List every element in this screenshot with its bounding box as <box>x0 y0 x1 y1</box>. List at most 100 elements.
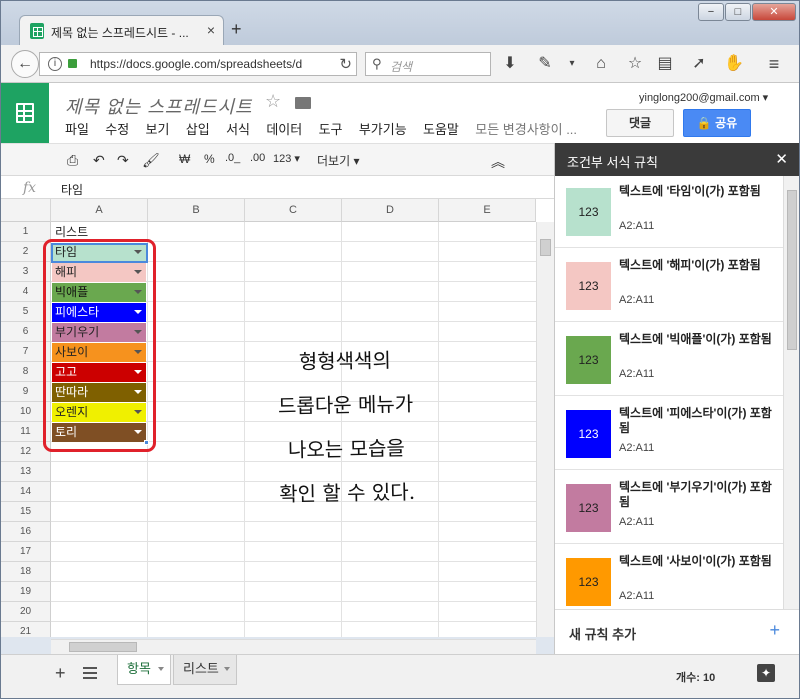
menu-help[interactable]: 도움말 <box>423 119 459 138</box>
search-placeholder: 검색 <box>390 60 413 74</box>
row-header[interactable]: 19 <box>1 582 51 602</box>
sheets-logo-icon[interactable] <box>1 83 49 143</box>
format-rule[interactable]: 123 텍스트에 '빅애플'이(가) 포함됨 A2:A11 <box>555 324 783 396</box>
save-status[interactable]: 모든 변경사항이 ... <box>475 119 577 138</box>
minimize-button[interactable]: − <box>698 3 724 21</box>
decrease-decimal-button[interactable]: .0_ <box>225 152 240 164</box>
column-header-b[interactable]: B <box>148 199 245 222</box>
hamburger-menu-icon[interactable]: ≡ <box>763 53 785 75</box>
reading-list-icon[interactable]: ▤ <box>654 53 676 75</box>
back-arrow-icon[interactable]: ← <box>11 50 39 78</box>
browser-tab[interactable]: 제목 없는 스프레드시트 - ... × <box>19 15 224 45</box>
increase-decimal-button[interactable]: .00 <box>250 152 265 164</box>
pointer-icon[interactable]: ➚ <box>688 53 710 75</box>
chevron-down-icon[interactable] <box>224 667 230 671</box>
rule-swatch: 123 <box>566 336 611 384</box>
reload-icon[interactable]: ↻ <box>339 55 352 73</box>
row-header[interactable]: 20 <box>1 602 51 622</box>
home-icon[interactable]: ⌂ <box>590 53 612 75</box>
bookmark-star-icon[interactable]: ☆ <box>624 53 646 75</box>
browser-window: 제목 없는 스프레드시트 - ... × + − □ ✕ ← i https:/… <box>0 0 800 699</box>
menu-edit[interactable]: 수정 <box>105 119 129 138</box>
info-icon[interactable]: i <box>48 57 62 71</box>
chevron-down-icon[interactable]: ▾ <box>561 53 583 75</box>
star-icon[interactable]: ☆ <box>265 91 281 112</box>
address-bar[interactable]: i https://docs.google.com/spreadsheets/d… <box>39 52 357 76</box>
corner-cell[interactable] <box>1 199 51 222</box>
redo-icon[interactable]: ↷ <box>117 152 129 169</box>
extension-icon[interactable]: ✎ <box>534 53 556 75</box>
row-header[interactable]: 14 <box>1 482 51 502</box>
maximize-button[interactable]: □ <box>725 3 751 21</box>
scroll-thumb[interactable] <box>69 642 137 652</box>
count-status[interactable]: 개수: 10 <box>676 669 715 685</box>
format-rule[interactable]: 123 텍스트에 '타임'이(가) 포함됨 A2:A11 <box>555 176 783 248</box>
all-sheets-icon[interactable] <box>83 667 97 679</box>
horizontal-scrollbar[interactable] <box>51 639 536 654</box>
add-rule-button[interactable]: 새 규칙 추가 + <box>555 609 799 654</box>
undo-icon[interactable]: ↶ <box>93 152 105 169</box>
more-tools-button[interactable]: 더보기 ▾ <box>317 152 359 169</box>
more-formats-button[interactable]: 123 ▾ <box>273 152 300 165</box>
rules-list: 123 텍스트에 '타임'이(가) 포함됨 A2:A11 123 텍스트에 '해피'이(… <box>555 176 799 609</box>
share-button[interactable]: 🔒 공유 <box>683 109 751 137</box>
percent-format-button[interactable]: % <box>204 152 215 166</box>
new-tab-icon[interactable]: + <box>231 19 242 40</box>
format-rule[interactable]: 123 텍스트에 '부기우기'이(가) 포함됨 A2:A11 <box>555 472 783 544</box>
formula-input[interactable]: 타임 <box>61 181 83 198</box>
close-tab-icon[interactable]: × <box>207 22 215 38</box>
close-icon[interactable]: ✕ <box>775 150 788 168</box>
menu-tools[interactable]: 도구 <box>319 119 343 138</box>
sheet-tabs-bar: + 항목 리스트 개수: 10 ✦ <box>1 654 799 698</box>
hand-icon[interactable]: ✋ <box>723 53 745 75</box>
collapse-chevron-icon[interactable]: ︽ <box>491 152 505 172</box>
menu-format[interactable]: 서식 <box>226 119 250 138</box>
menu-data[interactable]: 데이터 <box>266 119 302 138</box>
annotation-line: 확인 할 수 있다. <box>279 479 416 507</box>
sheet-tab-list[interactable]: 리스트 <box>173 655 237 685</box>
paint-format-icon[interactable]: 🖌 <box>142 152 160 169</box>
explore-icon[interactable]: ✦ <box>757 664 775 682</box>
scroll-thumb[interactable] <box>787 190 797 350</box>
account-email[interactable]: yinglong200@gmail.com ▾ <box>639 91 768 104</box>
plus-icon: + <box>769 620 780 640</box>
rule-swatch: 123 <box>566 262 611 310</box>
fill-handle[interactable] <box>144 440 149 445</box>
menu-addons[interactable]: 부가기능 <box>359 119 407 138</box>
row-header[interactable]: 18 <box>1 562 51 582</box>
add-sheet-icon[interactable]: + <box>55 663 66 684</box>
column-header-e[interactable]: E <box>439 199 536 222</box>
menu-file[interactable]: 파일 <box>65 119 89 138</box>
column-header-c[interactable]: C <box>245 199 342 222</box>
search-input[interactable]: ⚲ 검색 <box>365 52 491 76</box>
currency-format-button[interactable]: ₩ <box>179 152 190 166</box>
chevron-down-icon[interactable] <box>158 667 164 671</box>
vertical-scrollbar[interactable] <box>536 222 554 637</box>
annotation-line: 드롭다운 메뉴가 <box>277 391 414 419</box>
row-header[interactable]: 13 <box>1 462 51 482</box>
rule-range: A2:A11 <box>619 368 655 380</box>
row-header[interactable]: 21 <box>1 622 51 637</box>
format-rule[interactable]: 123 텍스트에 '사보이'이(가) 포함됨 A2:A11 <box>555 546 783 609</box>
comments-button[interactable]: 댓글 <box>606 109 674 137</box>
scroll-thumb[interactable] <box>540 239 551 256</box>
sheet-tab-items[interactable]: 항목 <box>117 655 171 685</box>
column-header-d[interactable]: D <box>342 199 439 222</box>
menu-insert[interactable]: 삽입 <box>186 119 210 138</box>
close-window-button[interactable]: ✕ <box>752 3 796 21</box>
document-title[interactable]: 제목 없는 스프레드시트 <box>65 93 253 119</box>
download-icon[interactable]: ⬇ <box>499 53 521 75</box>
column-header-a[interactable]: A <box>51 199 148 222</box>
print-icon[interactable]: ⎙ <box>67 152 78 169</box>
menu-view[interactable]: 보기 <box>146 119 170 138</box>
row-header[interactable]: 17 <box>1 542 51 562</box>
format-rule[interactable]: 123 텍스트에 '피에스타'이(가) 포함됨 A2:A11 <box>555 398 783 470</box>
folder-icon[interactable] <box>295 97 311 109</box>
row-header[interactable]: 15 <box>1 502 51 522</box>
format-rule[interactable]: 123 텍스트에 '해피'이(가) 포함됨 A2:A11 <box>555 250 783 322</box>
row-header[interactable]: 16 <box>1 522 51 542</box>
panel-scrollbar[interactable] <box>783 176 799 609</box>
row-header[interactable]: 1 <box>1 222 51 242</box>
share-label: 공유 <box>715 116 738 130</box>
menu-bar: 파일 수정 보기 삽입 서식 데이터 도구 부가기능 도움말 모든 변경사항이 … <box>65 119 590 137</box>
